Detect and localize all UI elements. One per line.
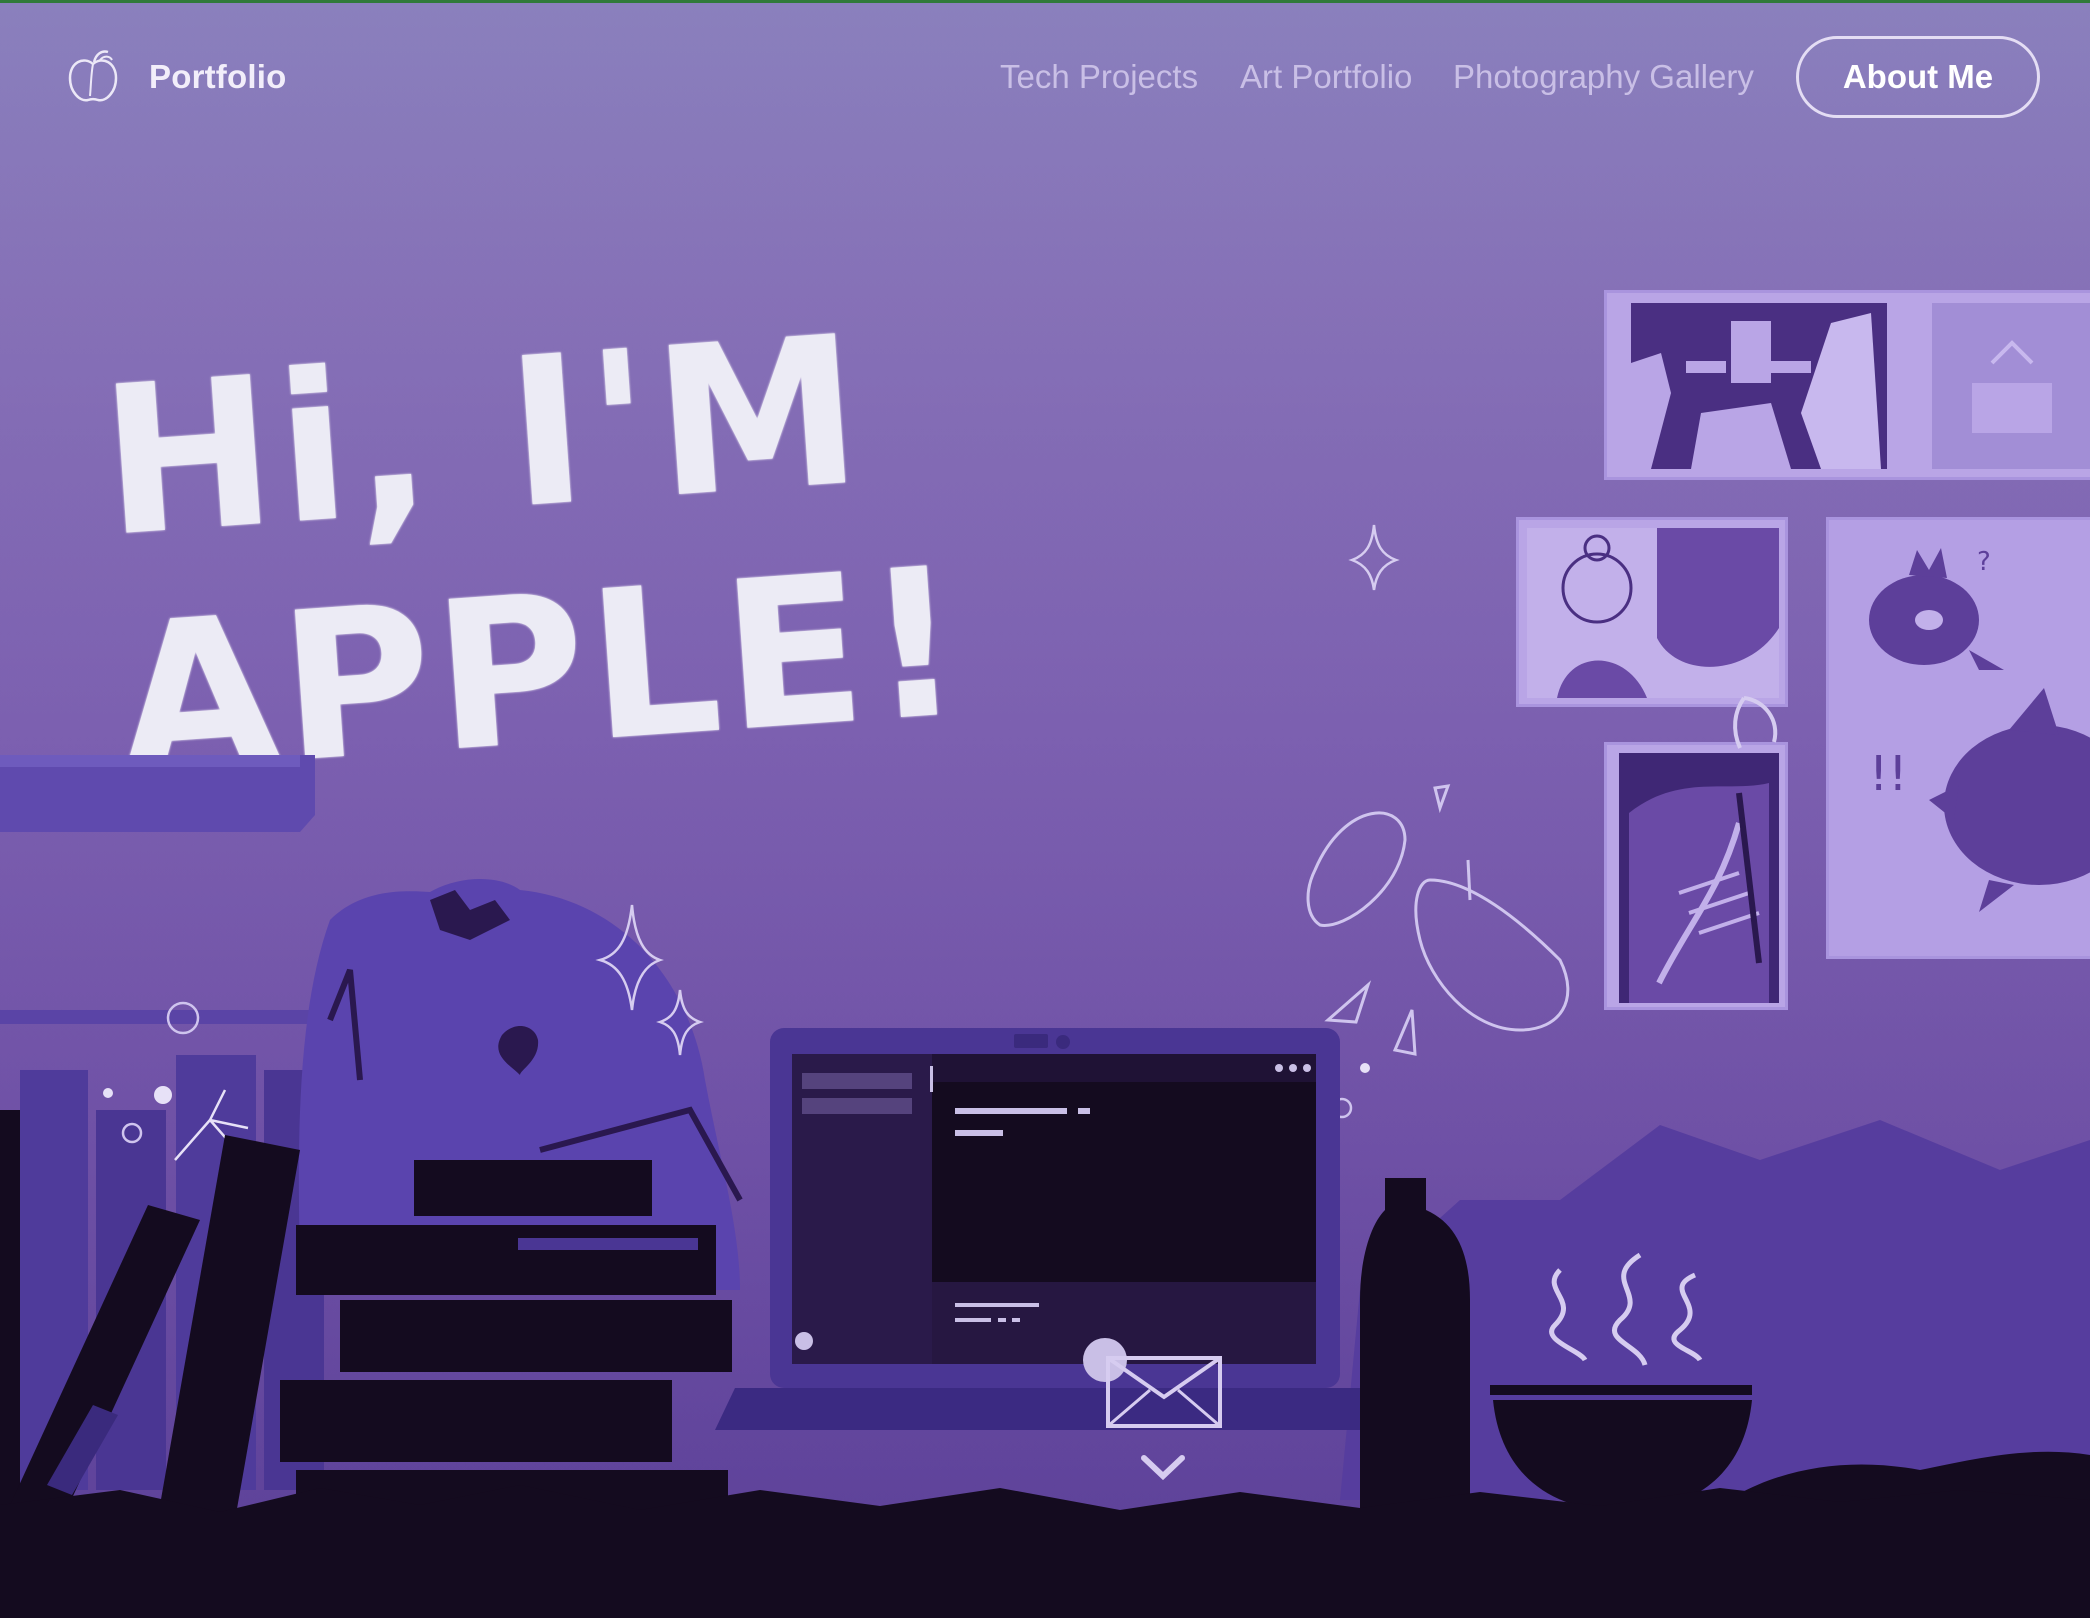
- stacked-book: [414, 1160, 652, 1216]
- triangle-shard: [1324, 980, 1372, 1024]
- leaning-book: [0, 1110, 20, 1520]
- chevron-down-icon[interactable]: [1140, 1452, 1186, 1480]
- triangle-shard: [1433, 784, 1451, 814]
- apple-slice-outline-icon: [1306, 811, 1407, 927]
- laptop-keyboard-base: [715, 1388, 1395, 1430]
- music-note-icon: [1733, 696, 1778, 749]
- stacked-book: [280, 1380, 672, 1462]
- apple-outline-icon: [1414, 878, 1570, 1032]
- desk-scene-illustration: [0, 524, 2090, 1618]
- envelope-icon[interactable]: [1105, 1355, 1223, 1429]
- foreground-ground: [0, 1485, 2090, 1618]
- sparkle-icon: [1348, 524, 1400, 591]
- stacked-book: [296, 1225, 716, 1295]
- stacked-book: [340, 1300, 732, 1372]
- triangle-shard: [1392, 1009, 1417, 1056]
- back-bookshelf: [0, 1010, 320, 1024]
